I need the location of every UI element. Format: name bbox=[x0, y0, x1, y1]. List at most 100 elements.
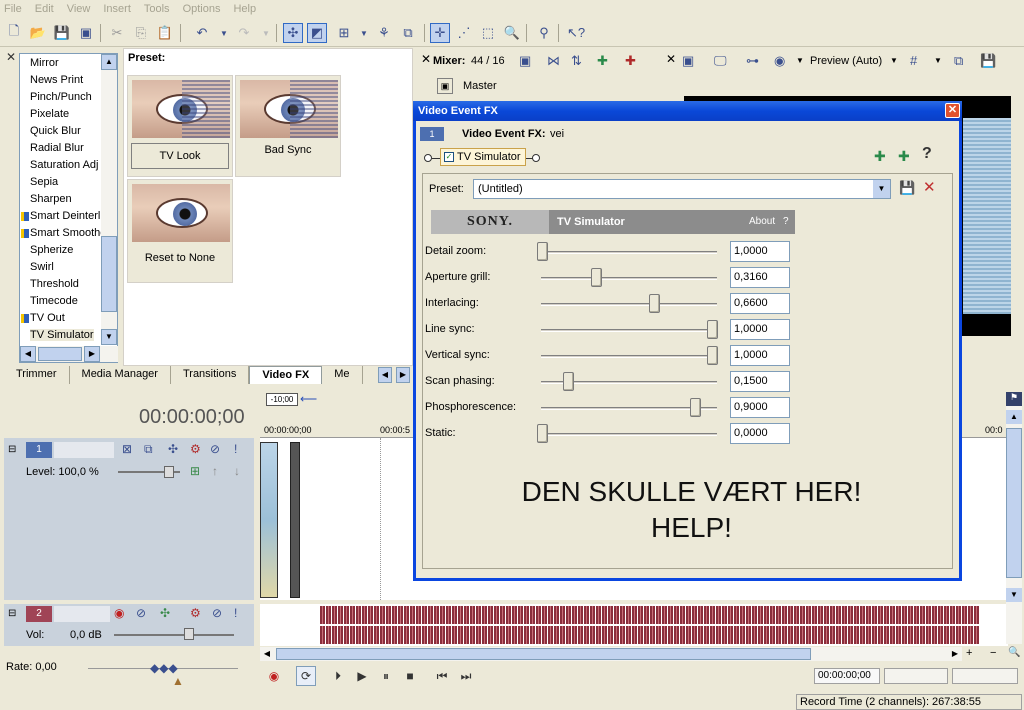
param-slider-knob[interactable] bbox=[590, 268, 602, 287]
track-fx-icon[interactable]: ⚙ bbox=[190, 606, 201, 620]
go-to-start-icon[interactable]: ⏮ bbox=[432, 666, 452, 686]
make-compositing-child-icon[interactable]: ⧉ bbox=[144, 442, 153, 457]
copy-icon[interactable]: ⎘ bbox=[131, 23, 151, 43]
play-from-start-icon[interactable]: ⏵ bbox=[328, 666, 348, 686]
volume-slider[interactable] bbox=[114, 634, 234, 636]
menu-view[interactable]: View bbox=[67, 3, 91, 15]
tab-trimmer[interactable]: Trimmer bbox=[4, 366, 70, 384]
param-slider-knob[interactable] bbox=[649, 294, 661, 313]
param-value-field[interactable]: 0,1500 bbox=[730, 371, 790, 392]
snap-icon[interactable]: ✣ bbox=[283, 23, 303, 43]
close-pane-icon[interactable]: ✕ bbox=[6, 50, 16, 64]
plugin-help-icon[interactable]: ? bbox=[922, 145, 932, 163]
dialog-titlebar[interactable]: Video Event FX ✕ bbox=[413, 101, 962, 121]
fx-list-item[interactable]: Timecode bbox=[20, 293, 103, 310]
preset-tv-look[interactable]: TV Look bbox=[127, 75, 233, 177]
save-icon[interactable]: 💾 bbox=[52, 23, 72, 43]
track-name-field[interactable] bbox=[54, 442, 114, 458]
zoom-in-icon[interactable]: + bbox=[966, 647, 972, 659]
ripple-mode-icon[interactable]: ⊞ bbox=[334, 23, 354, 43]
preset-bad-sync[interactable]: Bad Sync bbox=[235, 75, 341, 177]
level-slider-knob[interactable] bbox=[164, 466, 174, 478]
tab-media-manager[interactable]: Media Manager bbox=[70, 366, 171, 384]
envelope-tool-icon[interactable]: ⋰ bbox=[454, 23, 474, 43]
param-slider-knob[interactable] bbox=[537, 424, 548, 443]
tabs-left-icon[interactable]: ◀ bbox=[378, 367, 392, 383]
mute-icon[interactable]: ⊘ bbox=[212, 606, 222, 620]
remove-plugin-icon[interactable]: ✚ bbox=[898, 148, 910, 165]
fx-list-item[interactable]: Pinch/Punch bbox=[20, 89, 103, 106]
fx-chain-plugin-tv-simulator[interactable]: ✓ TV Simulator bbox=[440, 148, 526, 166]
fx-list-vscroll[interactable]: ▲ ▼ bbox=[101, 54, 117, 345]
delete-preset-icon[interactable]: ✕ bbox=[923, 178, 936, 196]
play-icon[interactable]: ▶ bbox=[352, 666, 372, 686]
open-folder-icon[interactable]: 📂 bbox=[28, 23, 48, 43]
tab-video-fx[interactable]: Video FX bbox=[249, 366, 323, 384]
mixer-properties-icon[interactable]: ▣ bbox=[519, 53, 531, 69]
close-preview-icon[interactable]: ✕ bbox=[666, 52, 676, 66]
redo-icon[interactable]: ↷ bbox=[234, 23, 254, 43]
preview-properties-icon[interactable]: ▣ bbox=[682, 53, 694, 69]
fx-list-item[interactable]: TV Simulator bbox=[20, 327, 103, 344]
menu-insert[interactable]: Insert bbox=[103, 3, 131, 15]
external-monitor-icon[interactable]: 🖵 bbox=[714, 53, 727, 69]
scroll-right-icon[interactable]: ▶ bbox=[948, 647, 962, 661]
insert-fx-icon[interactable]: ✚ bbox=[625, 53, 636, 69]
scroll-thumb[interactable] bbox=[101, 236, 117, 312]
paste-icon[interactable]: 📋 bbox=[155, 23, 175, 43]
composite-level-icon[interactable]: ⊞ bbox=[190, 464, 200, 478]
scroll-up-icon[interactable]: ▲ bbox=[101, 54, 117, 70]
dim-icon[interactable]: ⇅ bbox=[571, 53, 582, 69]
fx-list-item[interactable]: Radial Blur bbox=[20, 140, 103, 157]
track-collapse-icon[interactable]: ⊟ bbox=[8, 608, 16, 619]
insert-bus-icon[interactable]: ✚ bbox=[597, 53, 608, 69]
track-motion-icon[interactable]: ✣ bbox=[168, 442, 178, 456]
fx-list-item[interactable]: Saturation Adj bbox=[20, 157, 103, 174]
plugin-enable-checkbox[interactable]: ✓ bbox=[444, 152, 454, 162]
fx-list-item[interactable]: Sepia bbox=[20, 174, 103, 191]
fx-list-item[interactable]: TV Out bbox=[20, 310, 103, 327]
vscroll-thumb[interactable] bbox=[1006, 428, 1022, 578]
zoom-tool-icon[interactable]: 🔍 bbox=[502, 23, 522, 43]
quality-dropdown-icon[interactable]: ▼ bbox=[890, 56, 898, 65]
hscroll-thumb[interactable] bbox=[276, 648, 811, 660]
plugin-chain-icon[interactable]: ✚ bbox=[874, 148, 886, 165]
dialog-close-button[interactable]: ✕ bbox=[945, 103, 960, 118]
param-slider[interactable] bbox=[541, 251, 717, 254]
fx-list-item[interactable]: Smart Deinterl bbox=[20, 208, 103, 225]
overlays-icon[interactable]: # bbox=[910, 53, 917, 68]
chevron-down-icon[interactable]: ▼ bbox=[873, 180, 890, 198]
selection-tool-icon[interactable]: ⬚ bbox=[478, 23, 498, 43]
timeline-hscroll[interactable]: ◀ ▶ bbox=[260, 647, 962, 661]
properties-icon[interactable]: ▣ bbox=[76, 23, 96, 43]
fx-bypass-icon[interactable]: ◉ bbox=[774, 53, 785, 69]
fx-list-hscroll[interactable]: ◀ ▶ bbox=[20, 346, 118, 362]
overlays-dropdown-icon[interactable]: ▼ bbox=[934, 56, 942, 65]
ignore-grouping-icon[interactable]: ⧉ bbox=[398, 23, 418, 43]
track-motion-icon[interactable]: ✣ bbox=[160, 606, 170, 620]
scroll-down-icon[interactable]: ▼ bbox=[101, 329, 117, 345]
param-value-field[interactable]: 1,0000 bbox=[730, 345, 790, 366]
track-collapse-icon[interactable]: ⊟ bbox=[8, 444, 16, 455]
volume-slider-knob[interactable] bbox=[184, 628, 194, 640]
cut-icon[interactable]: ✂ bbox=[107, 23, 127, 43]
tabs-right-icon[interactable]: ▶ bbox=[396, 367, 410, 383]
video-clip[interactable] bbox=[290, 442, 300, 598]
param-slider[interactable] bbox=[541, 277, 717, 280]
stop-icon[interactable]: ■ bbox=[400, 666, 420, 686]
save-snapshot-icon[interactable]: 💾 bbox=[980, 53, 996, 69]
param-value-field[interactable]: 1,0000 bbox=[730, 319, 790, 340]
scroll-left-icon[interactable]: ◀ bbox=[260, 647, 274, 661]
tab-media-generators[interactable]: Me bbox=[322, 366, 363, 384]
about-link[interactable]: About bbox=[749, 216, 775, 227]
save-preset-icon[interactable]: 💾 bbox=[899, 180, 915, 196]
new-file-icon[interactable]: 🗋 bbox=[4, 23, 24, 43]
track-name-field[interactable] bbox=[54, 606, 110, 622]
split-screen-icon[interactable]: ⊶ bbox=[746, 53, 759, 69]
preview-quality[interactable]: Preview (Auto) bbox=[810, 55, 882, 67]
param-slider-knob[interactable] bbox=[537, 242, 548, 261]
dock-grip[interactable]: ✕ bbox=[4, 48, 18, 364]
scroll-right-icon[interactable]: ▶ bbox=[84, 346, 100, 362]
fx-list-item[interactable]: Threshold bbox=[20, 276, 103, 293]
audio-waveform-right[interactable] bbox=[320, 626, 980, 644]
